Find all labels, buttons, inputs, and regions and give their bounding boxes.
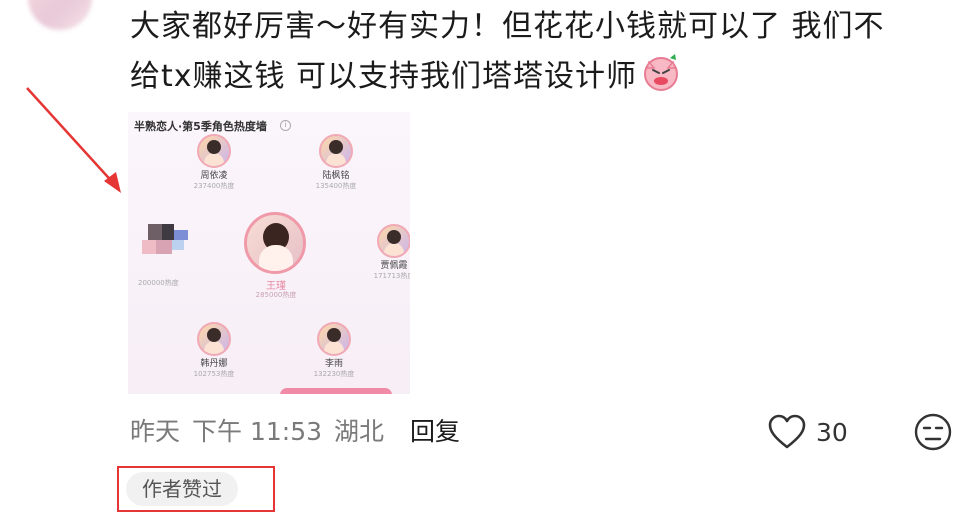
image-bottom-tab <box>280 388 392 394</box>
info-icon: i <box>280 120 291 131</box>
comment-line-1: 大家都好厉害～好有实力！但花花小钱就可以了 我们不 <box>130 9 885 44</box>
character-node: 周依凌 237400热度 <box>174 134 254 191</box>
character-node: 韩丹娜 102753热度 <box>174 322 254 379</box>
comment-date: 昨天 <box>130 417 181 446</box>
heart-outline-icon[interactable] <box>768 414 806 450</box>
reply-button[interactable]: 回复 <box>410 417 460 446</box>
comment-image[interactable]: 半熟恋人·第5季角色热度墙 i 周依凌 237400热度 陆枫铭 135400热… <box>128 112 410 394</box>
character-name: 陆枫铭 <box>322 171 350 181</box>
like-button[interactable]: 30 <box>768 412 848 452</box>
like-count: 30 <box>816 417 848 447</box>
character-heat: 237400热度 <box>193 182 235 190</box>
character-avatar <box>197 134 231 168</box>
character-name: 周依凌 <box>200 171 228 181</box>
comment-meta: 昨天 下午 11:53 湖北 回复 <box>130 412 472 448</box>
comment-line-2-text: 给tx赚这钱 可以支持我们塔塔设计师 <box>130 59 638 94</box>
character-node: 贾佩霞 171713热度 <box>354 224 410 281</box>
comment-location: 湖北 <box>334 417 385 446</box>
comment-line-2: 给tx赚这钱 可以支持我们塔塔设计师 <box>130 52 930 102</box>
character-avatar <box>197 322 231 356</box>
character-heat: 171713热度 <box>373 272 410 280</box>
character-node: 陆枫铭 135400热度 <box>296 134 376 191</box>
character-avatar <box>319 134 353 168</box>
mosaic-censored-avatar <box>138 224 190 260</box>
character-heat: 102753热度 <box>193 370 235 378</box>
character-avatar <box>377 224 410 258</box>
image-title: 半熟恋人·第5季角色热度墙 <box>134 120 267 133</box>
comment-time: 下午 11:53 <box>192 417 323 446</box>
center-character-heat: 285000热度 <box>255 291 297 299</box>
character-name: 李雨 <box>324 359 343 369</box>
center-character-avatar <box>244 212 306 274</box>
character-heat: 135400热度 <box>315 182 357 190</box>
angry-pig-emoji-icon <box>644 54 679 91</box>
character-heat: 132230热度 <box>313 370 355 378</box>
mosaic-heat: 200000热度 <box>138 279 179 287</box>
character-name: 贾佩霞 <box>380 261 408 271</box>
grumpy-face-icon[interactable] <box>913 412 953 452</box>
character-name: 韩丹娜 <box>200 359 228 369</box>
character-avatar <box>317 322 351 356</box>
character-node: 李雨 132230热度 <box>294 322 374 379</box>
author-liked-badge: 作者赞过 <box>126 472 238 506</box>
annotation-arrow <box>26 87 121 193</box>
comment-text: 大家都好厉害～好有实力！但花花小钱就可以了 我们不 给tx赚这钱 可以支持我们塔… <box>130 2 930 102</box>
